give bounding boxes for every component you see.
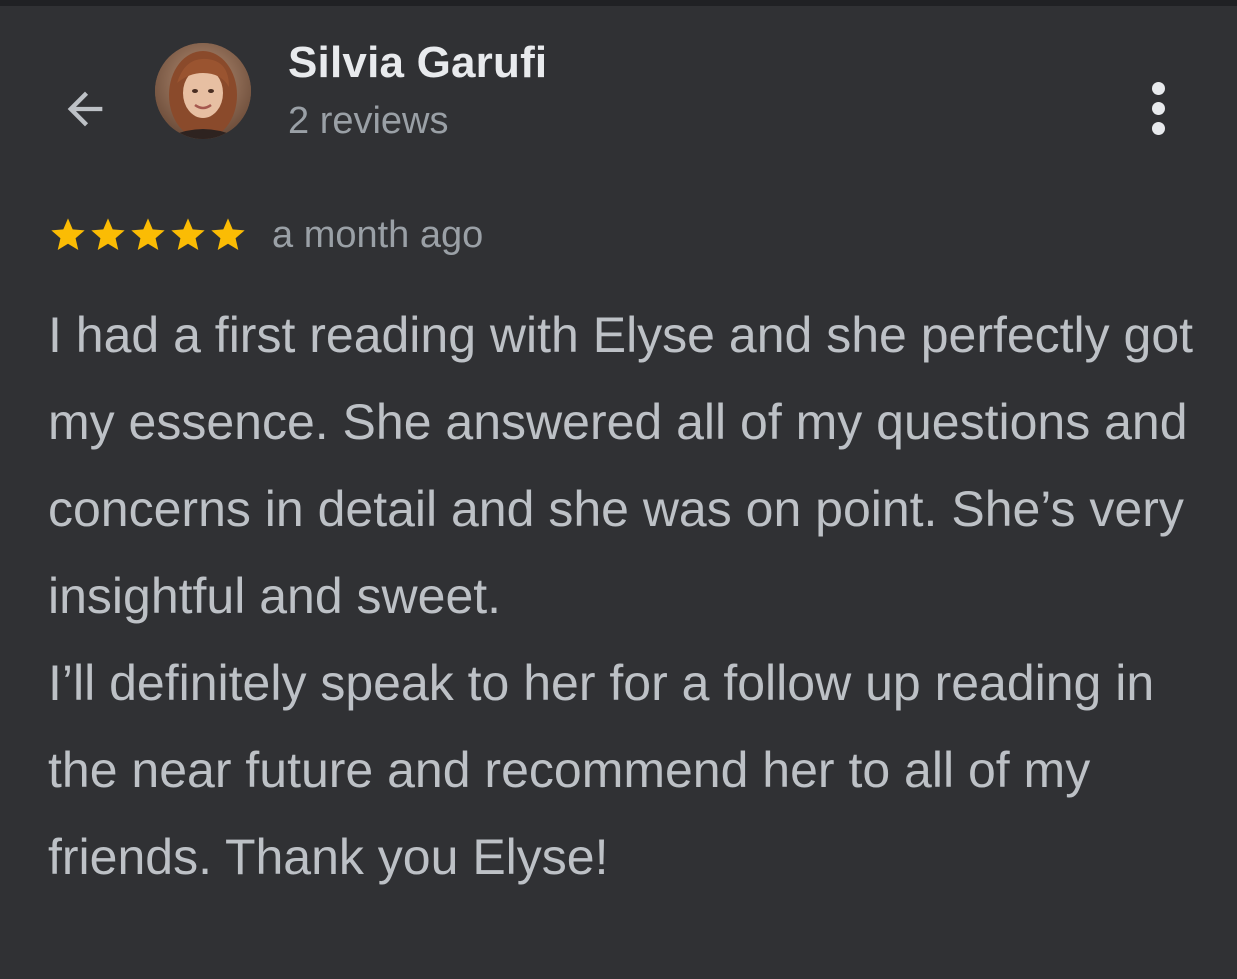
star-icon bbox=[211, 218, 245, 250]
more-options-button[interactable] bbox=[1130, 72, 1186, 144]
star-icon bbox=[91, 218, 125, 250]
star-rating bbox=[48, 215, 248, 255]
more-vert-icon bbox=[1151, 81, 1165, 135]
review-screen: Silvia Garufi 2 reviews a month ago I ha… bbox=[0, 0, 1237, 979]
rating-row: a month ago bbox=[48, 210, 483, 260]
review-paragraph-1: I had a first reading with Elyse and she… bbox=[48, 307, 1194, 624]
review-paragraph-2: I’ll definitely speak to her for a follo… bbox=[48, 655, 1155, 885]
reviewer-review-count: 2 reviews bbox=[288, 100, 449, 142]
review-text: I had a first reading with Elyse and she… bbox=[48, 292, 1228, 901]
star-icon bbox=[131, 218, 165, 250]
avatar-image bbox=[155, 43, 251, 139]
arrow-back-icon bbox=[67, 91, 103, 127]
review-time: a month ago bbox=[272, 213, 484, 256]
star-icon bbox=[51, 218, 85, 250]
reviewer-name[interactable]: Silvia Garufi bbox=[288, 38, 547, 88]
reviewer-avatar[interactable] bbox=[155, 43, 251, 139]
star-icon bbox=[171, 218, 205, 250]
back-button[interactable] bbox=[54, 78, 116, 140]
